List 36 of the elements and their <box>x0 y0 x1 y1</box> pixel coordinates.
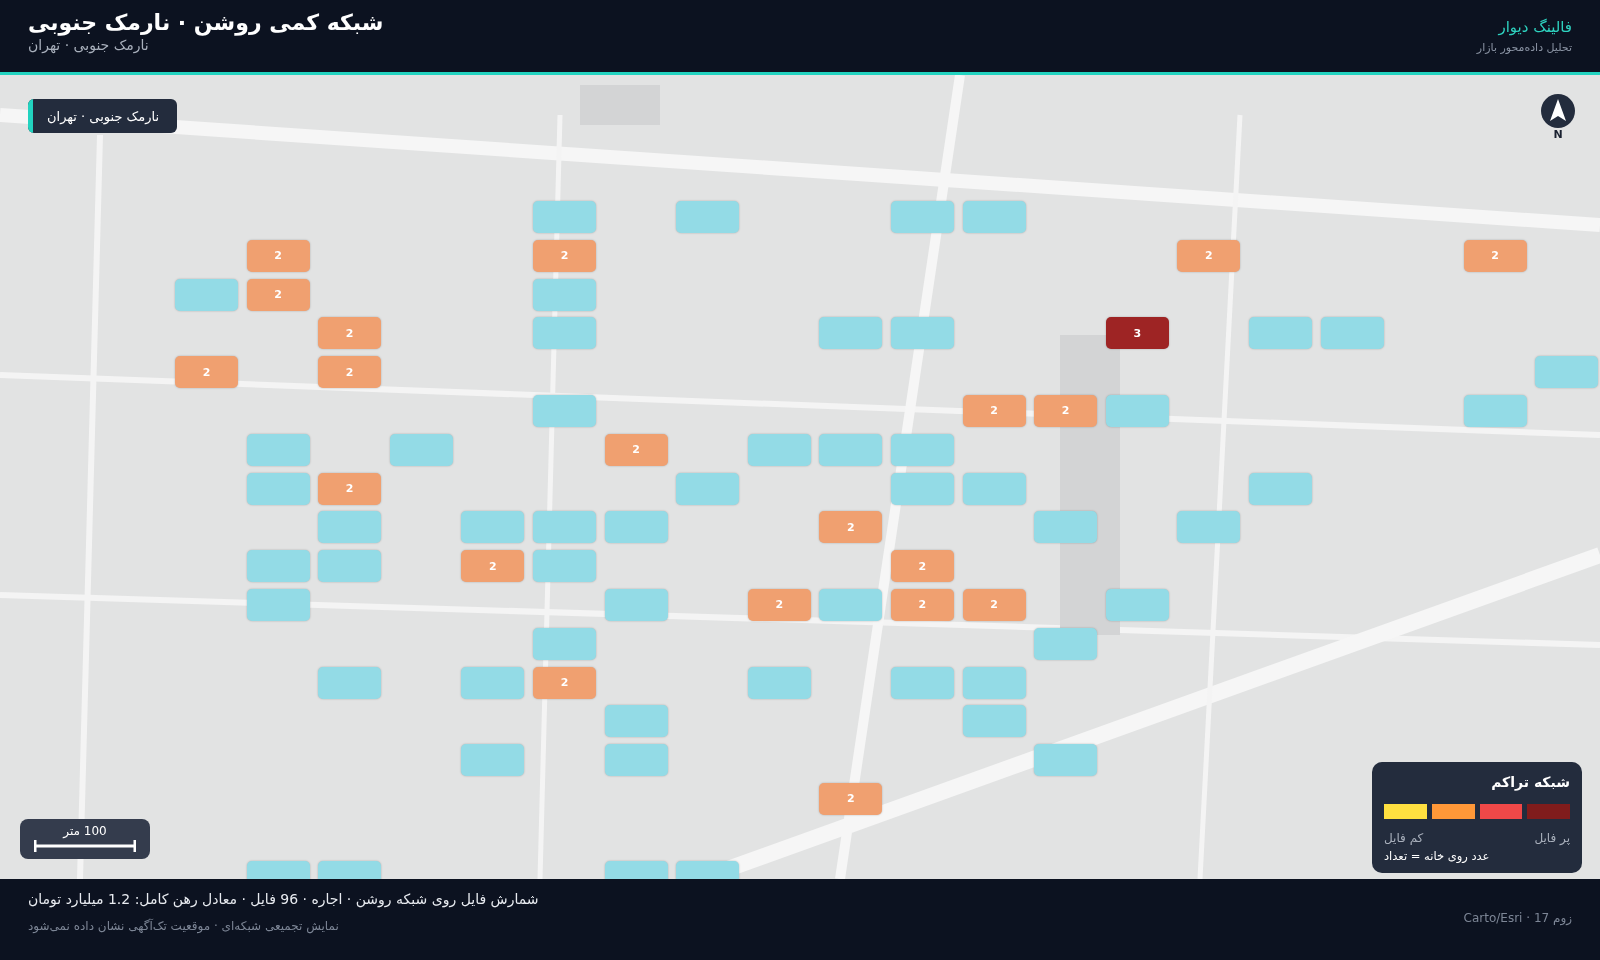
cell-count: 2 <box>202 365 211 379</box>
cell-count: 2 <box>1205 249 1213 263</box>
footer-note: نمایش تجمیعی شبکه‌ای · موقعیت تک‌آگهی نشان داده نمی‌شود <box>28 919 339 933</box>
cell-count: 2 <box>1491 249 1499 263</box>
location-label: نارمک جنوبی · تهران <box>46 108 161 124</box>
cell-count: 2 <box>1061 404 1070 418</box>
cell-count: 2 <box>847 520 855 534</box>
brand-name: فالینگ دیوار <box>1498 18 1572 36</box>
brand-tagline: تحلیل داده‌محور بازار <box>1476 41 1572 54</box>
cell-count: 2 <box>918 598 927 612</box>
cell-count: 2 <box>345 326 354 340</box>
cell-count: 2 <box>918 559 927 573</box>
cell-count: 2 <box>274 288 282 302</box>
cell-count: 2 <box>560 249 569 263</box>
scale-label: 100 متر <box>63 824 107 838</box>
page-title: شبکه کمی روشن · نارمک جنوبی <box>28 10 384 35</box>
cell-count: 2 <box>560 676 569 690</box>
legend-note: عدد روی خانه = تعداد <box>1384 849 1490 863</box>
cell-count: 2 <box>775 598 784 612</box>
summary-text: شمارش فایل روی شبکه روشن · اجاره · 96 فایل · معادل رهن کامل: 1.2 میلیارد تومان <box>28 891 539 907</box>
legend-low-label: کم فایل <box>1384 831 1424 845</box>
cell-count: 3 <box>1133 326 1142 340</box>
legend-high-label: پر فایل <box>1534 831 1570 845</box>
cell-count: 2 <box>489 559 497 573</box>
cell-count: 2 <box>345 482 354 496</box>
attribution-text: زوم 17 · Carto/Esri <box>1463 911 1572 925</box>
north-label: N <box>1553 129 1563 140</box>
cell-count: 2 <box>847 792 855 806</box>
cell-count: 2 <box>990 598 998 612</box>
legend-title: شبکه تراکم <box>1491 774 1570 790</box>
cell-count: 2 <box>274 249 282 263</box>
page-subtitle: نارمک جنوبی · تهران <box>28 37 149 53</box>
scale-ruler-icon <box>34 840 136 852</box>
cell-count: 2 <box>990 404 998 418</box>
cell-count: 2 <box>345 365 354 379</box>
cell-count: 2 <box>632 443 640 457</box>
